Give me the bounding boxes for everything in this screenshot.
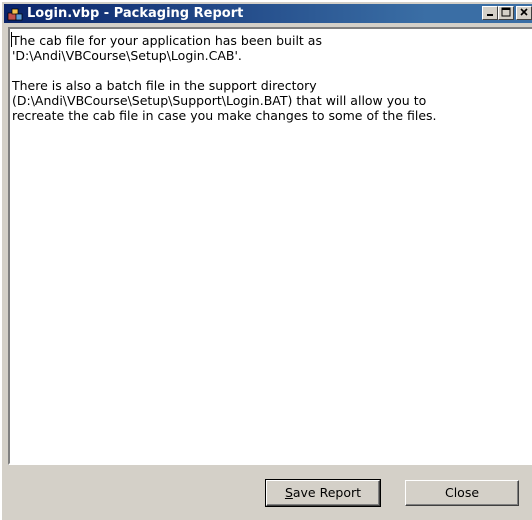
close-icon (520, 8, 528, 16)
minimize-icon (487, 14, 493, 16)
close-button[interactable]: Close (405, 480, 519, 506)
maximize-icon (501, 7, 511, 17)
maximize-button[interactable] (498, 6, 514, 20)
save-mnemonic: S (284, 485, 293, 500)
vb-package-icon (7, 8, 23, 21)
save-label: ave Report (292, 485, 362, 500)
report-textbox[interactable]: The cab file for your application has be… (8, 27, 532, 465)
report-text: The cab file for your application has be… (12, 33, 437, 123)
close-window-button[interactable] (516, 6, 532, 20)
minimize-button[interactable] (482, 6, 498, 20)
title-bar[interactable]: Login.vbp - Packaging Report (4, 4, 532, 23)
save-report-button[interactable]: Save Report (265, 479, 381, 507)
window-title: Login.vbp - Packaging Report (27, 6, 244, 21)
close-label: Close (444, 485, 480, 500)
